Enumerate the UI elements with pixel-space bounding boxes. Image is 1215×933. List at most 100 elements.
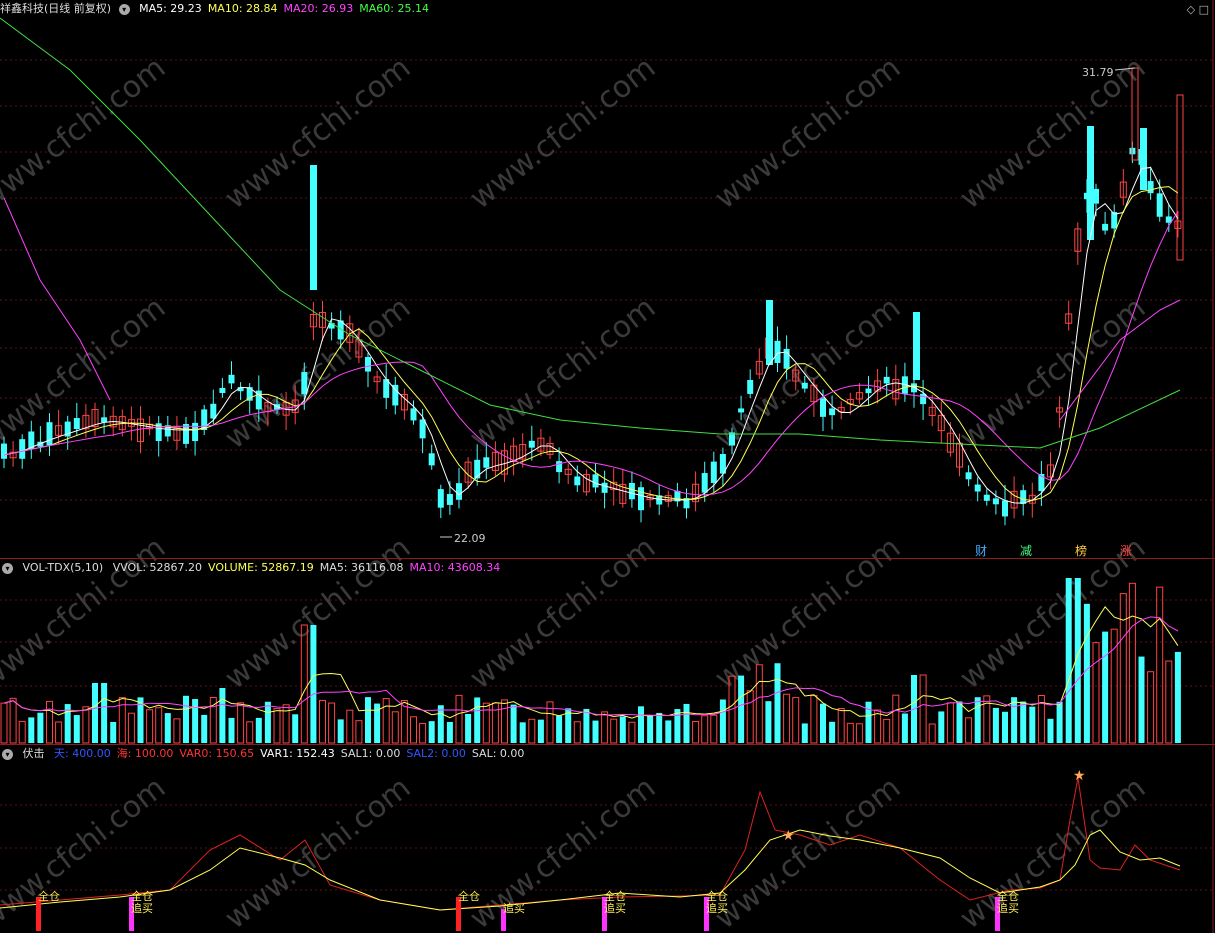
candle-down bbox=[456, 483, 462, 500]
candle-down bbox=[913, 312, 920, 380]
volume-bar bbox=[810, 695, 818, 744]
watermark-text: www.cfchi.com bbox=[463, 50, 662, 216]
candle-down bbox=[437, 489, 444, 508]
watermark-text: www.cfchi.com bbox=[218, 770, 417, 933]
volume-bar bbox=[1083, 603, 1090, 743]
volume-bar bbox=[1119, 593, 1127, 744]
watermark-text: www.cfchi.com bbox=[953, 290, 1152, 456]
volume-bar bbox=[965, 717, 973, 744]
star-icon: ★ bbox=[782, 828, 795, 844]
collapse-icon[interactable]: ▾ bbox=[2, 562, 13, 574]
candle-down bbox=[474, 459, 481, 479]
high-price-label: 31.79 bbox=[1082, 66, 1114, 79]
candle-down bbox=[983, 494, 990, 501]
event-tag: 减 bbox=[1020, 544, 1032, 558]
volume-bar bbox=[710, 714, 718, 744]
watermark-text: www.cfchi.com bbox=[708, 770, 907, 933]
collapse-icon[interactable]: ▾ bbox=[2, 748, 13, 760]
candle-down bbox=[1102, 223, 1109, 231]
signal-label: 全仓 bbox=[38, 889, 60, 903]
volume-bar bbox=[201, 714, 208, 743]
event-tag: 涨 bbox=[1120, 543, 1132, 558]
volume-bar bbox=[846, 722, 854, 744]
watermark-text: www.cfchi.com bbox=[0, 530, 172, 696]
volume-bar bbox=[519, 722, 526, 743]
volume-bar bbox=[610, 718, 618, 744]
volume-bar bbox=[892, 694, 900, 744]
volume-bar bbox=[455, 694, 463, 744]
candle-down bbox=[73, 418, 80, 430]
volume-bar bbox=[491, 702, 499, 744]
volume-bar bbox=[292, 714, 299, 743]
volume-legend: VVOL: 52867.20 VOLUME: 52867.19 MA5: 36116… bbox=[113, 561, 507, 574]
watermark-text: www.cfchi.com bbox=[953, 770, 1152, 933]
volume-bar bbox=[173, 718, 181, 744]
volume-bar bbox=[674, 709, 681, 743]
volume-bar bbox=[382, 698, 390, 744]
volume-bar bbox=[1165, 660, 1173, 744]
volume-bar bbox=[1174, 651, 1181, 743]
volume-bar bbox=[310, 625, 317, 743]
volume-bar bbox=[410, 716, 417, 744]
candle-down bbox=[747, 379, 754, 394]
volume-bar bbox=[783, 693, 791, 744]
volume-bar bbox=[365, 697, 371, 743]
volume-bar bbox=[192, 699, 199, 743]
volume-bar bbox=[337, 719, 344, 743]
candle-down bbox=[883, 376, 890, 384]
watermark-text: www.cfchi.com bbox=[218, 50, 417, 216]
volume-bar bbox=[656, 712, 663, 743]
event-tag: 榜 bbox=[1075, 543, 1087, 558]
candle-down bbox=[219, 387, 226, 393]
candle-down bbox=[774, 340, 781, 363]
watermark-text: www.cfchi.com bbox=[463, 530, 662, 696]
volume-bar bbox=[346, 709, 354, 744]
volume-bar bbox=[1047, 718, 1054, 743]
volume-indicator-name: VOL-TDX(5,10) bbox=[22, 561, 104, 574]
volume-bar bbox=[1029, 706, 1036, 743]
candle-down bbox=[410, 408, 417, 421]
volume-bar bbox=[82, 706, 90, 744]
volume-bar bbox=[28, 717, 35, 743]
candle-down bbox=[638, 487, 644, 511]
ind-legend-item-0: 天: 400.00 bbox=[54, 747, 111, 760]
volume-bar bbox=[829, 721, 836, 743]
volume-bar bbox=[1065, 578, 1072, 743]
ind-legend-item-4: SAL1: 0.00 bbox=[340, 747, 401, 760]
volume-bar bbox=[628, 721, 636, 744]
candle-down bbox=[1, 443, 7, 459]
volume-bar bbox=[938, 711, 945, 743]
candle-down bbox=[801, 382, 808, 389]
volume-bar bbox=[319, 699, 326, 744]
signal-label: 追买 bbox=[131, 901, 153, 915]
chart-canvas: www.cfchi.com www.cfchi.com www.cfchi.com w… bbox=[0, 0, 1215, 933]
candle-down bbox=[365, 357, 371, 372]
candle-down bbox=[228, 374, 235, 384]
candle-down bbox=[1156, 193, 1163, 217]
candle-down bbox=[183, 424, 189, 444]
volume-bar bbox=[328, 702, 336, 744]
volume-bar bbox=[801, 723, 808, 743]
volume-bar bbox=[556, 715, 563, 743]
candle-down bbox=[210, 403, 217, 419]
volume-bar bbox=[592, 720, 599, 743]
volume-bar bbox=[446, 721, 453, 743]
volume-bar bbox=[482, 702, 490, 744]
volume-bar bbox=[583, 708, 590, 743]
candlesticks bbox=[1, 67, 1184, 526]
signal-label: 追买 bbox=[604, 901, 626, 915]
watermark-text: www.cfchi.com bbox=[463, 290, 662, 456]
volume-bar bbox=[765, 701, 772, 743]
indicator-panel-header: ▾ 伏击 天: 400.00 海: 100.00 VAR0: 150.65 VAR1:… bbox=[0, 745, 536, 762]
watermark-text: www.cfchi.com bbox=[708, 50, 907, 216]
ind-legend-item-1: 海: 100.00 bbox=[116, 747, 174, 760]
volume-bar bbox=[1156, 586, 1164, 744]
watermark-text: www.cfchi.com bbox=[463, 770, 662, 933]
indicator-name: 伏击 bbox=[22, 747, 45, 760]
volume-bar bbox=[46, 700, 53, 744]
signal-label: 追买 bbox=[706, 901, 728, 915]
candle-down bbox=[701, 473, 708, 493]
volume-bar bbox=[0, 702, 8, 744]
indicator-legend: 天: 400.00 海: 100.00 VAR0: 150.65 VAR1: 152.… bbox=[54, 747, 530, 760]
candle-down bbox=[974, 484, 981, 492]
